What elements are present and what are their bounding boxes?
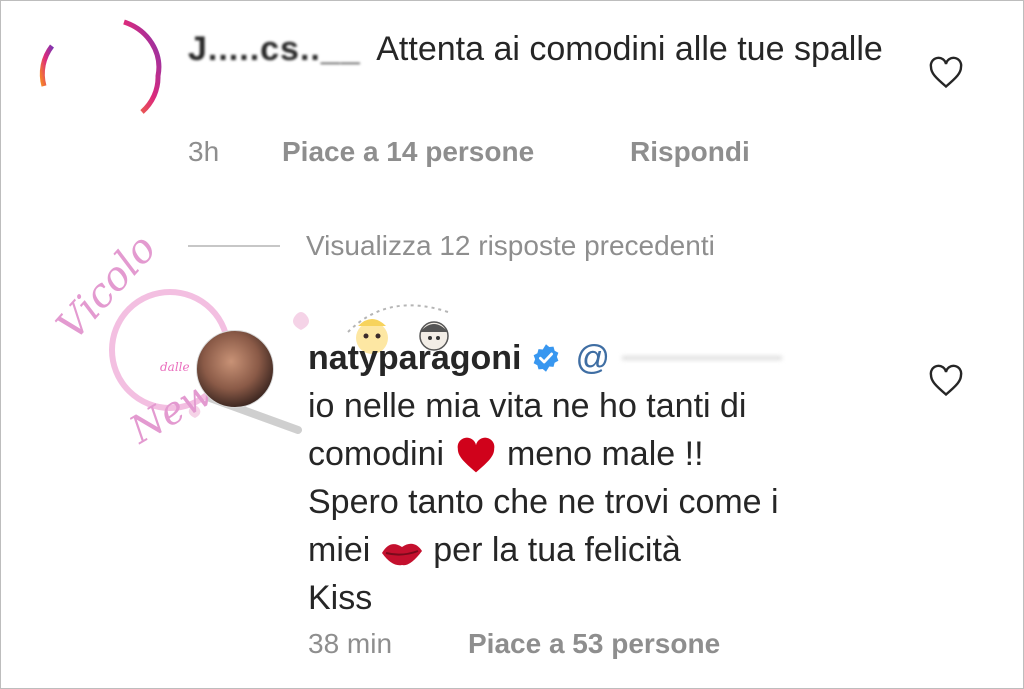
red-heart-emoji bbox=[457, 437, 494, 473]
reply-line-5: Kiss bbox=[308, 579, 373, 617]
reply-header: natyparagoni @ bbox=[308, 334, 908, 382]
verified-badge-icon bbox=[534, 344, 559, 372]
user-avatar-ring[interactable] bbox=[34, 16, 162, 120]
view-previous-replies[interactable]: Visualizza 12 risposte precedenti bbox=[306, 230, 715, 262]
comment-meta: 3h Piace a 14 persone Rispondi bbox=[188, 136, 750, 168]
comment-username[interactable]: J.....cs..__ bbox=[188, 30, 361, 68]
watermark-text-dalle: dalle bbox=[160, 360, 190, 374]
comment-time: 3h bbox=[188, 136, 220, 167]
kiss-lips-emoji bbox=[381, 543, 422, 566]
reply-line-4: miei per la tua felicità bbox=[308, 526, 908, 574]
reply-meta: 38 min Piace a 53 persone bbox=[308, 628, 720, 660]
reply-word-comodini: comodini bbox=[308, 435, 445, 473]
comment-text: Attenta ai comodini alle tue spalle bbox=[376, 30, 883, 68]
reply-line-3: Spero tanto che ne trovi come i bbox=[308, 483, 779, 521]
replies-divider bbox=[188, 245, 280, 247]
heart-outline-icon[interactable] bbox=[928, 364, 964, 398]
reply-likes[interactable]: Piace a 53 persone bbox=[468, 628, 720, 660]
naty-avatar[interactable] bbox=[196, 330, 274, 408]
heart-outline-icon[interactable] bbox=[928, 56, 964, 90]
reply-line-2: comodini meno male !! bbox=[308, 430, 908, 478]
reply-button[interactable]: Rispondi bbox=[630, 136, 750, 168]
reply-mention[interactable]: @ bbox=[575, 334, 610, 382]
reply-word-felicita: per la tua felicità bbox=[433, 531, 681, 569]
reply-word-miei: miei bbox=[308, 531, 371, 569]
reply-comment-body: natyparagoni @ io nelle mia vita ne ho t… bbox=[308, 334, 908, 622]
comment-likes[interactable]: Piace a 14 persone bbox=[282, 136, 630, 168]
reply-time: 38 min bbox=[308, 628, 393, 659]
mention-redacted bbox=[622, 356, 782, 360]
comment-body: J.....cs..__ Attenta ai comodini alle tu… bbox=[188, 26, 908, 72]
reply-word-meno-male: meno male !! bbox=[506, 435, 704, 473]
reply-line-1: io nelle mia vita ne ho tanti di bbox=[308, 387, 747, 425]
reply-username[interactable]: natyparagoni bbox=[308, 334, 521, 382]
